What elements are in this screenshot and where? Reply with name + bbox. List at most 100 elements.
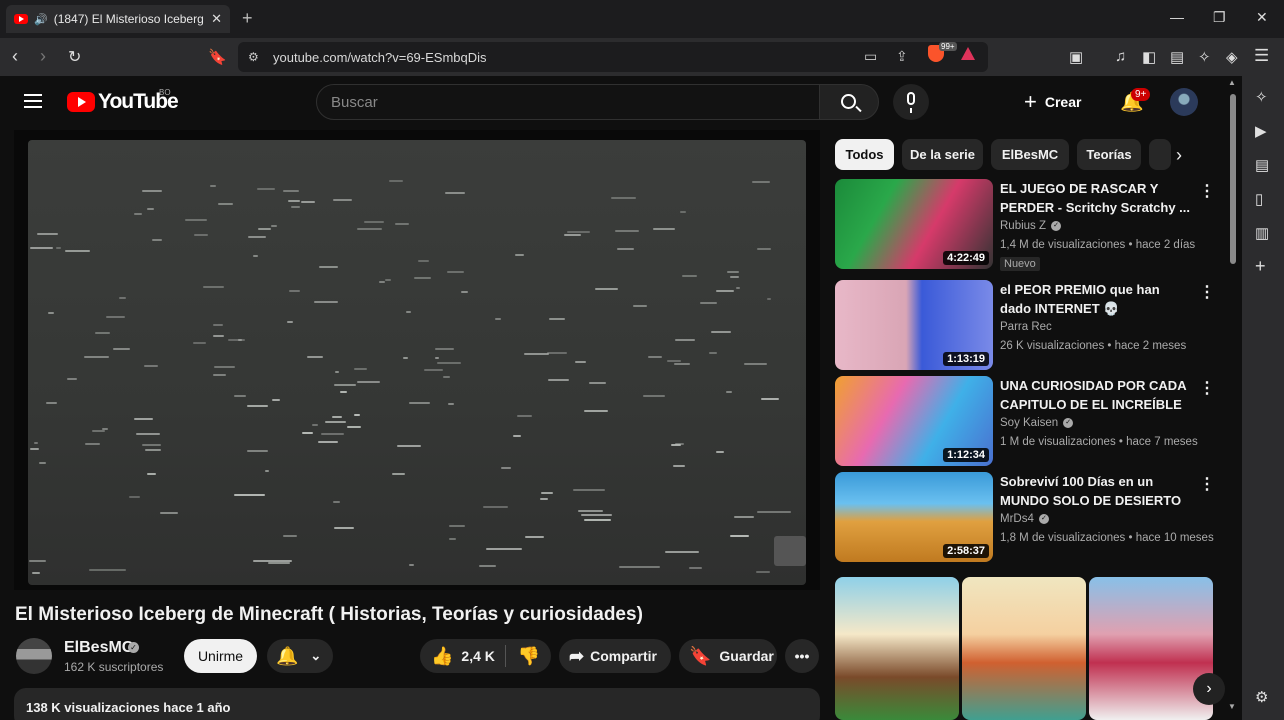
duration-badge: 1:12:34 bbox=[943, 448, 989, 462]
recommended-title[interactable]: Sobreviví 100 Días en un MUNDO SOLO DE D… bbox=[1000, 472, 1190, 510]
join-button[interactable]: Unirme bbox=[184, 639, 257, 673]
youtube-logo-icon[interactable] bbox=[67, 92, 95, 112]
film-speck bbox=[572, 488, 605, 491]
reload-icon[interactable]: ↻ bbox=[68, 47, 81, 67]
recommended-channel[interactable]: MrDs4 ✓ bbox=[1000, 513, 1049, 525]
search-button[interactable] bbox=[819, 84, 879, 120]
page-scrollbar[interactable]: ▲ ▼ bbox=[1228, 78, 1238, 720]
new-tab-icon[interactable]: + bbox=[242, 8, 253, 29]
save-button[interactable]: 🔖 Guardar bbox=[679, 639, 777, 673]
url-field[interactable]: ⚙ youtube.com/watch?v=69-ESmbqDis ▭ ⇪ bbox=[238, 42, 988, 72]
like-count[interactable]: 2,4 K bbox=[461, 648, 494, 664]
account-avatar[interactable] bbox=[1170, 88, 1198, 116]
sidebar-toggle-icon[interactable]: ◧ bbox=[1142, 48, 1156, 66]
film-speck bbox=[448, 537, 457, 540]
search-input[interactable]: Buscar bbox=[316, 84, 820, 120]
reading-list-icon[interactable]: ▥ bbox=[1255, 224, 1269, 242]
player-corner-control[interactable] bbox=[774, 536, 806, 566]
scroll-up-icon[interactable]: ▲ bbox=[1228, 78, 1236, 87]
film-speck bbox=[213, 365, 236, 368]
browser-tab-active[interactable]: 🔊 (1847) El Misterioso Iceberg d ✕ bbox=[6, 5, 230, 33]
recommended-title[interactable]: EL JUEGO DE RASCAR Y PERDER - Scritchy S… bbox=[1000, 179, 1190, 217]
recommended-title[interactable]: el PEOR PREMIO que han dado INTERNET 💀 bbox=[1000, 280, 1190, 318]
more-actions-button[interactable]: ••• bbox=[785, 639, 819, 673]
guide-menu-icon[interactable] bbox=[24, 94, 42, 108]
video-player[interactable] bbox=[14, 130, 820, 590]
recommended-item[interactable]: 4:22:49 EL JUEGO DE RASCAR Y PERDER - Sc… bbox=[835, 179, 1220, 271]
bookmarks-sidebar-icon[interactable]: ▯ bbox=[1255, 190, 1263, 208]
like-icon[interactable]: 👍 bbox=[431, 646, 453, 667]
chip-teorias[interactable]: Teorías bbox=[1077, 139, 1141, 170]
scroll-down-icon[interactable]: ▼ bbox=[1228, 702, 1236, 711]
recommended-item[interactable]: 1:12:34 UNA CURIOSIDAD POR CADA CAPITULO… bbox=[835, 376, 1220, 468]
short-thumbnail[interactable] bbox=[835, 577, 959, 720]
speaker-icon[interactable]: 🔊 bbox=[34, 13, 48, 26]
add-sidebar-item-icon[interactable]: + bbox=[1255, 256, 1266, 277]
browser-tab-bar: 🔊 (1847) El Misterioso Iceberg d ✕ + — ❐… bbox=[0, 0, 1284, 38]
tab-close-icon[interactable]: ✕ bbox=[211, 11, 222, 27]
site-settings-icon[interactable]: ⚙ bbox=[248, 50, 259, 64]
share-page-icon[interactable]: ⇪ bbox=[896, 48, 908, 65]
description-box[interactable]: 138 K visualizaciones hace 1 año bbox=[14, 688, 820, 720]
film-speck bbox=[730, 276, 740, 279]
recommended-channel[interactable]: Rubius Z ✓ bbox=[1000, 220, 1062, 232]
leo-sidebar-icon[interactable]: ✧ bbox=[1255, 88, 1268, 106]
back-icon[interactable]: ‹ bbox=[12, 46, 18, 67]
bookmark-icon[interactable]: 🔖 bbox=[208, 48, 227, 66]
voice-search-button[interactable] bbox=[893, 84, 929, 120]
recommended-item[interactable]: 2:58:37 Sobreviví 100 Días en un MUNDO S… bbox=[835, 472, 1220, 564]
channel-avatar[interactable] bbox=[16, 638, 52, 674]
chip-partial[interactable] bbox=[1149, 139, 1171, 170]
subscription-bell-button[interactable]: 🔔 ⌄ bbox=[267, 639, 333, 673]
playlist-icon[interactable]: ▶ bbox=[1255, 122, 1267, 140]
film-speck bbox=[546, 351, 568, 354]
more-vertical-icon[interactable]: ⋮ bbox=[1199, 181, 1215, 201]
forward-icon[interactable]: › bbox=[40, 46, 46, 67]
menu-icon[interactable]: ☰ bbox=[1254, 46, 1269, 66]
film-speck bbox=[667, 359, 681, 362]
share-button[interactable]: ➦ Compartir bbox=[559, 639, 671, 673]
sidebar-settings-icon[interactable]: ⚙ bbox=[1255, 688, 1268, 706]
shelf-next-icon[interactable]: › bbox=[1193, 673, 1225, 705]
create-button[interactable]: + Crear bbox=[1024, 88, 1081, 116]
minimize-icon[interactable]: — bbox=[1170, 9, 1184, 25]
film-speck bbox=[733, 516, 755, 519]
dislike-icon[interactable]: 👎 bbox=[518, 646, 540, 667]
recommended-channel[interactable]: Soy Kaisen ✓ bbox=[1000, 417, 1074, 429]
more-vertical-icon[interactable]: ⋮ bbox=[1199, 378, 1215, 398]
vpn-icon[interactable]: ◈ bbox=[1226, 48, 1238, 66]
recommended-meta: 1,8 M de visualizaciones • hace 10 meses bbox=[1000, 532, 1214, 544]
brave-rewards-icon[interactable] bbox=[961, 47, 975, 60]
film-speck bbox=[434, 357, 439, 360]
video-thumbnail[interactable]: 4:22:49 bbox=[835, 179, 993, 269]
film-speck bbox=[119, 297, 127, 300]
channel-name[interactable]: ElBesMC bbox=[64, 639, 133, 657]
wallet-icon[interactable]: ▤ bbox=[1170, 48, 1184, 66]
film-speck bbox=[500, 466, 511, 469]
video-thumbnail[interactable]: 1:12:34 bbox=[835, 376, 993, 466]
wallet-sidebar-icon[interactable]: ▤ bbox=[1255, 156, 1269, 174]
recommended-channel[interactable]: Parra Rec bbox=[1000, 321, 1052, 333]
video-thumbnail[interactable]: 2:58:37 bbox=[835, 472, 993, 562]
film-speck bbox=[94, 332, 111, 335]
recommended-title[interactable]: UNA CURIOSIDAD POR CADA CAPITULO DE EL I… bbox=[1000, 376, 1190, 414]
chip-todos[interactable]: Todos bbox=[835, 139, 894, 170]
leo-ai-icon[interactable]: ✧ bbox=[1198, 48, 1211, 66]
recommended-item[interactable]: 1:13:19 el PEOR PREMIO que han dado INTE… bbox=[835, 280, 1220, 372]
channel-label: Parra Rec bbox=[1000, 321, 1052, 333]
media-icon[interactable]: ♫ bbox=[1115, 48, 1126, 65]
chips-next-icon[interactable]: › bbox=[1176, 145, 1182, 166]
short-thumbnail[interactable] bbox=[1089, 577, 1213, 720]
close-window-icon[interactable]: ✕ bbox=[1256, 9, 1268, 26]
video-thumbnail[interactable]: 1:13:19 bbox=[835, 280, 993, 370]
maximize-icon[interactable]: ❐ bbox=[1213, 9, 1226, 26]
more-vertical-icon[interactable]: ⋮ bbox=[1199, 474, 1215, 494]
chip-elbesmc[interactable]: ElBesMC bbox=[991, 139, 1069, 170]
more-vertical-icon[interactable]: ⋮ bbox=[1199, 282, 1215, 302]
film-speck bbox=[288, 290, 301, 293]
chip-de-la-serie[interactable]: De la serie bbox=[902, 139, 983, 170]
cast-icon[interactable]: ▭ bbox=[864, 48, 877, 65]
scroll-thumb[interactable] bbox=[1230, 94, 1236, 264]
short-thumbnail[interactable] bbox=[962, 577, 1086, 720]
tab-search-icon[interactable]: ▣ bbox=[1069, 48, 1083, 66]
